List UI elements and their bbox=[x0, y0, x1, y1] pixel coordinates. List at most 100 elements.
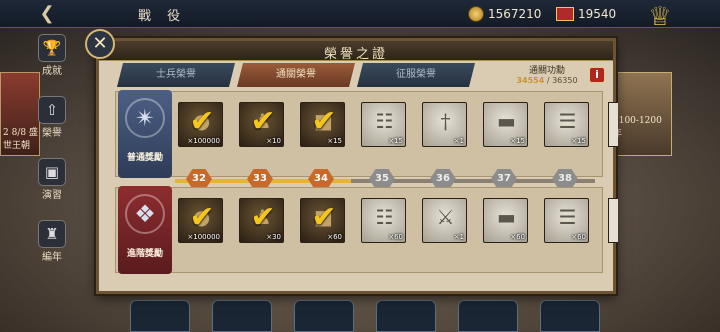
bottom-nav bbox=[130, 300, 600, 332]
checkmark-icon: ✔ bbox=[311, 200, 337, 235]
reward-items: ● ✔ ×100000 ♟ ✔ ×10 ■ ✔ ×15 ☷ ×15 † ×1 ▬ ×15 ☰ ×15 bbox=[178, 102, 589, 147]
checkmark-icon: ✔ bbox=[189, 104, 215, 139]
page-title: 戰 役 bbox=[138, 9, 187, 24]
advanced-reward-medal: ❖ 進階獎勵 bbox=[118, 186, 172, 274]
side-item-chronicle[interactable]: ♜ 編年 bbox=[30, 220, 74, 264]
merit-value: 34554 / 36350 bbox=[499, 76, 595, 85]
bottom-nav-item[interactable] bbox=[458, 300, 518, 332]
merit-current: 34554 bbox=[516, 76, 545, 85]
reward-item[interactable]: † ×1 bbox=[422, 102, 467, 147]
bottom-nav-item[interactable] bbox=[130, 300, 190, 332]
item-quantity: ×60 bbox=[388, 233, 403, 241]
reward-item[interactable]: ■ ✔ ×15 bbox=[300, 102, 345, 147]
reward-item[interactable]: ☷ ×60 bbox=[361, 198, 406, 243]
item-quantity: ×15 bbox=[327, 137, 342, 145]
item-quantity: ×60 bbox=[571, 233, 586, 241]
reward-row-normal: ✴ 普通獎勵 ● ✔ ×100000 ♟ ✔ ×10 ■ ✔ ×15 ☷ ×15 † ×1 ▬ ×15 ☰ ×1… bbox=[115, 90, 618, 178]
item-quantity: ×15 bbox=[510, 137, 525, 145]
honor-dialog: 榮譽之證 ✕ 士兵榮譽 通關榮譽 征服榮譽 通關功勳 34554 / 36350… bbox=[85, 29, 618, 294]
bottom-nav-item[interactable] bbox=[540, 300, 600, 332]
medal-label: 普通獎勵 bbox=[126, 153, 163, 163]
item-quantity: ×100000 bbox=[187, 137, 220, 145]
crown-icon[interactable]: ♕ bbox=[642, 2, 678, 32]
item-quantity: ×1 bbox=[453, 137, 464, 145]
side-item-drill[interactable]: ▣ 演習 bbox=[30, 158, 74, 202]
tab-soldier-honor[interactable]: 士兵榮譽 bbox=[117, 63, 235, 87]
reward-item[interactable]: ♟ ✔ ×30 bbox=[239, 198, 284, 243]
bottom-nav-item[interactable] bbox=[376, 300, 436, 332]
reward-item[interactable]: ⚔ ×1 bbox=[422, 198, 467, 243]
medal-label: 進階獎勵 bbox=[126, 249, 163, 259]
gem-resource: 19540 bbox=[556, 5, 616, 23]
checkmark-icon: ✔ bbox=[189, 200, 215, 235]
side-item-label: 榮譽 bbox=[42, 128, 62, 139]
merit-total: 36350 bbox=[552, 76, 578, 85]
right-card-label: 1100-1200年 bbox=[613, 116, 662, 139]
merit-separator: / bbox=[546, 76, 550, 85]
side-item-label: 演習 bbox=[42, 190, 62, 201]
dialog-title: 榮譽之證 bbox=[323, 47, 388, 62]
tab-conquest-honor[interactable]: 征服榮譽 bbox=[357, 63, 475, 87]
item-quantity: ×10 bbox=[266, 137, 281, 145]
reward-item[interactable]: ☰ ×60 bbox=[544, 198, 589, 243]
reward-row-advanced: ❖ 進階獎勵 ● ✔ ×100000 ♟ ✔ ×30 ■ ✔ ×60 ☷ ×60 ⚔ ×1 ▬ ×60 ☰ ×6… bbox=[115, 186, 618, 274]
coin-icon bbox=[468, 6, 484, 22]
top-bar: ❮ 戰 役 1567210 19540 bbox=[0, 0, 720, 28]
item-quantity: ×60 bbox=[510, 233, 525, 241]
trophy-icon: 🏆 bbox=[38, 34, 66, 62]
side-item-label: 成就 bbox=[42, 66, 62, 77]
normal-reward-medal: ✴ 普通獎勵 bbox=[118, 90, 172, 178]
side-menu: 🏆 成就 ⇧ 榮譽 ▣ 演習 ♜ 編年 bbox=[30, 34, 74, 282]
upload-icon: ⇧ bbox=[38, 96, 66, 124]
reward-item-partial[interactable] bbox=[608, 102, 618, 147]
item-quantity: ×60 bbox=[327, 233, 342, 241]
info-icon[interactable]: i bbox=[589, 67, 605, 83]
crossed-swords-icon: ⚔ bbox=[436, 205, 455, 229]
knot-emblem-icon: ❖ bbox=[125, 194, 165, 234]
reward-item[interactable]: ☰ ×15 bbox=[544, 102, 589, 147]
item-quantity: ×15 bbox=[571, 137, 586, 145]
helmet-icon: ♜ bbox=[38, 220, 66, 248]
checkmark-icon: ✔ bbox=[250, 104, 276, 139]
level-track: 32 33 34 35 36 37 38 bbox=[115, 169, 603, 189]
scroll-map-icon: ☷ bbox=[375, 205, 394, 229]
bottom-nav-item[interactable] bbox=[212, 300, 272, 332]
item-quantity: ×30 bbox=[266, 233, 281, 241]
right-chapter-card[interactable]: 1100-1200年 bbox=[612, 72, 672, 156]
tab-clear-honor[interactable]: 通關榮譽 bbox=[237, 63, 355, 87]
reward-item[interactable]: ▬ ×15 bbox=[483, 102, 528, 147]
item-quantity: ×15 bbox=[388, 137, 403, 145]
dialog-title-bar: 榮譽之證 bbox=[99, 41, 613, 62]
side-item-achievements[interactable]: 🏆 成就 bbox=[30, 34, 74, 78]
document-icon: ☰ bbox=[558, 205, 577, 229]
merit-counter: 通關功勳 34554 / 36350 bbox=[499, 63, 595, 89]
close-icon[interactable]: ✕ bbox=[85, 29, 115, 59]
tab-bar: 士兵榮譽 通關榮譽 征服榮譽 bbox=[117, 63, 475, 87]
side-item-honor[interactable]: ⇧ 榮譽 bbox=[30, 96, 74, 140]
back-arrow-icon[interactable]: ❮ bbox=[34, 4, 60, 24]
reward-item[interactable]: ♟ ✔ ×10 bbox=[239, 102, 284, 147]
item-quantity: ×100000 bbox=[187, 233, 220, 241]
reward-item[interactable]: ● ✔ ×100000 bbox=[178, 102, 223, 147]
reward-item[interactable]: ▬ ×60 bbox=[483, 198, 528, 243]
reward-item[interactable]: ● ✔ ×100000 bbox=[178, 198, 223, 243]
item-quantity: ×1 bbox=[453, 233, 464, 241]
document-icon: ☰ bbox=[558, 109, 577, 133]
reward-item-partial[interactable] bbox=[608, 198, 618, 243]
film-icon: ▣ bbox=[38, 158, 66, 186]
gold-resource: 1567210 bbox=[468, 5, 541, 23]
checkmark-icon: ✔ bbox=[311, 104, 337, 139]
reward-item[interactable]: ■ ✔ ×60 bbox=[300, 198, 345, 243]
sword-icon: † bbox=[440, 109, 451, 133]
ingot-icon: ▬ bbox=[497, 109, 516, 133]
scroll-map-icon: ☷ bbox=[375, 109, 394, 133]
gem-amount: 19540 bbox=[578, 7, 617, 21]
reward-items: ● ✔ ×100000 ♟ ✔ ×30 ■ ✔ ×60 ☷ ×60 ⚔ ×1 ▬ ×60 ☰ ×60 bbox=[178, 198, 589, 243]
side-item-label: 編年 bbox=[42, 252, 62, 263]
bottom-nav-item[interactable] bbox=[294, 300, 354, 332]
banner-icon bbox=[556, 7, 574, 21]
merit-label: 通關功勳 bbox=[528, 66, 565, 76]
ingot-icon: ▬ bbox=[497, 205, 516, 229]
gold-amount: 1567210 bbox=[488, 7, 542, 21]
reward-item[interactable]: ☷ ×15 bbox=[361, 102, 406, 147]
